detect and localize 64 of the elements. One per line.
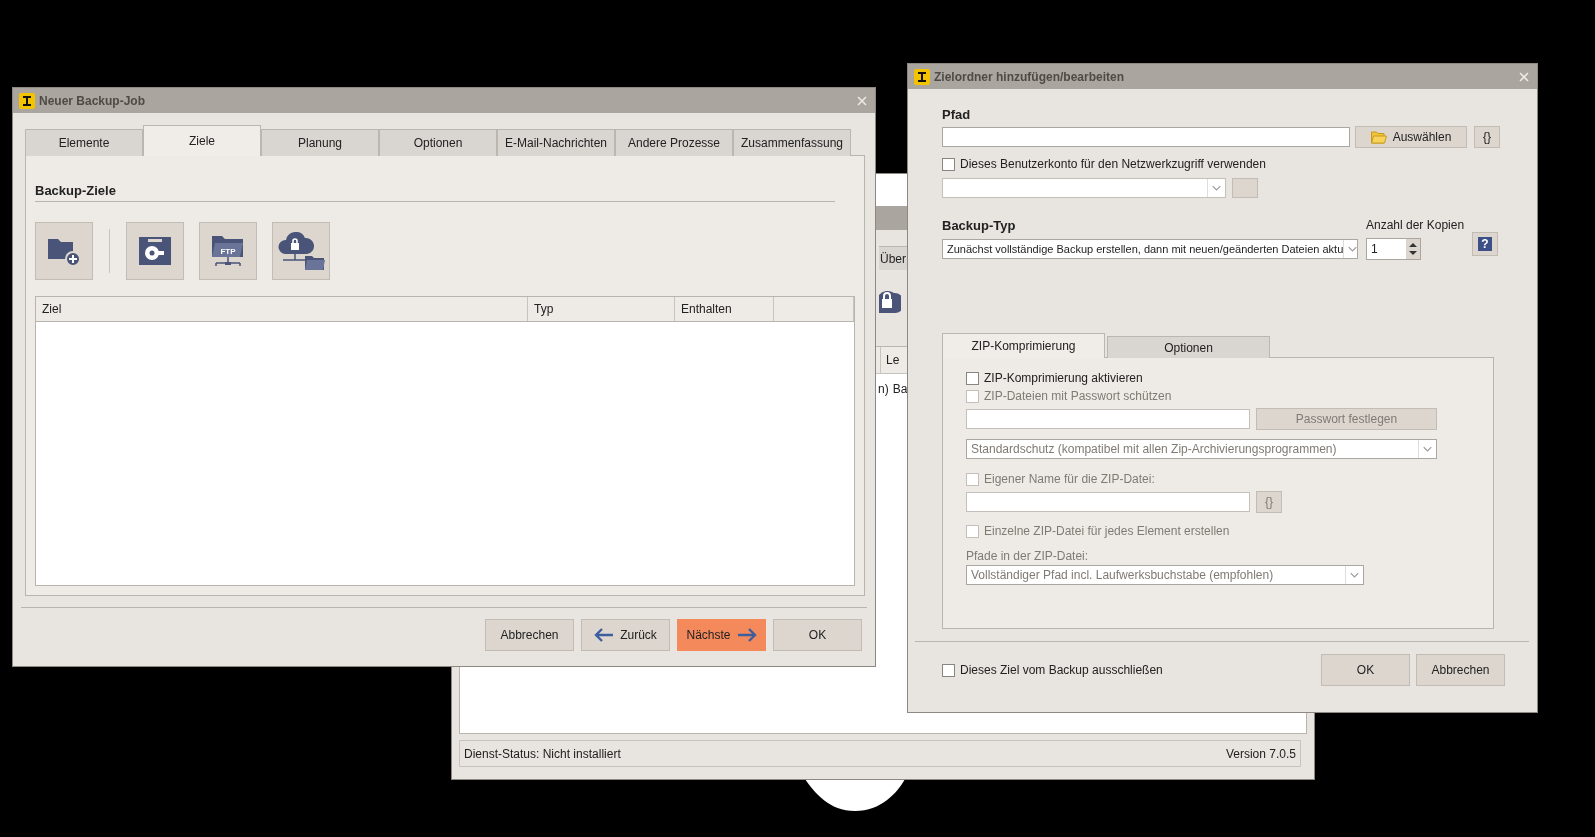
dialog-button[interactable]: Abbrechen xyxy=(485,619,574,651)
checkbox[interactable] xyxy=(942,663,955,677)
checkbox[interactable] xyxy=(942,157,955,171)
checkbox-label: ZIP-Dateien mit Passwort schützen xyxy=(984,389,1172,403)
service-status: Dienst-Status: Nicht installiert xyxy=(464,746,621,761)
app-logo-icon xyxy=(19,92,35,109)
column-header[interactable]: Ziel xyxy=(36,297,528,321)
field-label: Pfad xyxy=(942,107,972,122)
folder-icon xyxy=(1370,130,1387,144)
dialog-button[interactable]: OK xyxy=(1321,654,1410,686)
next-button[interactable]: Nächste xyxy=(677,619,766,651)
close-icon[interactable] xyxy=(857,95,867,106)
toolbar-button[interactable] xyxy=(126,222,184,280)
tab[interactable]: ZIP-Komprimierung xyxy=(942,333,1105,358)
variables-button[interactable]: {} xyxy=(1474,126,1500,148)
tab[interactable]: Ziele xyxy=(143,125,261,156)
version-label: Version 7.0.5 xyxy=(1225,746,1296,761)
toolbar-button[interactable]: FTP xyxy=(199,222,257,280)
backup-type-dropdown[interactable]: Zunächst vollständige Backup erstellen, dann mit neuen/geänderten Dateien aktu xyxy=(942,239,1358,259)
column-header[interactable]: Typ xyxy=(528,297,675,321)
checkbox-label: Eigener Name für die ZIP-Datei: xyxy=(984,472,1155,486)
tab[interactable]: E-Mail-Nachrichten xyxy=(497,129,615,156)
copies-spinner[interactable]: 1 xyxy=(1366,238,1421,260)
tab[interactable]: Zusammenfassung xyxy=(733,129,851,156)
tab[interactable]: Über xyxy=(879,246,909,270)
window-title: Zielordner hinzufügen/bearbeiten xyxy=(934,69,1125,84)
field-label: Anzahl der Kopien xyxy=(1366,218,1466,232)
tab[interactable]: Andere Prozesse xyxy=(615,129,733,156)
checkbox-label: Einzelne ZIP-Datei für jedes Element erstellen xyxy=(984,524,1230,538)
close-icon[interactable] xyxy=(1519,71,1529,82)
cloud-lock-icon xyxy=(277,232,325,270)
checkbox-label: Dieses Benutzerkonto für den Netzwerkzugriff verwenden xyxy=(960,157,1266,171)
path-field[interactable] xyxy=(942,127,1350,147)
column-header[interactable]: Le xyxy=(880,347,900,373)
spinner-arrows-icon[interactable] xyxy=(1406,239,1420,259)
tab[interactable]: Optionen xyxy=(379,129,497,156)
toolbar-button[interactable] xyxy=(272,222,330,280)
account-button[interactable] xyxy=(1232,178,1258,198)
dialog-button[interactable]: Abbrechen xyxy=(1416,654,1505,686)
field-label: Pfade in der ZIP-Datei: xyxy=(966,549,1089,563)
app-logo-icon xyxy=(914,68,930,85)
window-title: Neuer Backup-Job xyxy=(39,93,147,108)
table-cell: n) xyxy=(878,382,889,396)
toolbar-button[interactable] xyxy=(35,222,93,280)
arrow-left-icon xyxy=(594,628,615,642)
checkbox-label: ZIP-Komprimierung aktivieren xyxy=(984,371,1143,385)
text-field[interactable] xyxy=(966,409,1250,429)
text-field[interactable] xyxy=(966,492,1250,512)
tab[interactable]: Elemente xyxy=(25,129,143,156)
dialog-button[interactable]: OK xyxy=(773,619,862,651)
column-header[interactable]: Enthalten xyxy=(675,297,774,321)
tab[interactable]: Optionen xyxy=(1107,336,1270,358)
section-title: Backup-Ziele xyxy=(35,183,835,202)
help-button[interactable]: ? xyxy=(1472,232,1498,256)
back-button[interactable]: Zurück xyxy=(581,619,670,651)
drive-icon xyxy=(139,237,171,265)
arrow-right-icon xyxy=(736,628,757,642)
field-label: Backup-Typ xyxy=(942,218,1016,233)
table-cell: Ba xyxy=(892,382,908,396)
tab[interactable]: Planung xyxy=(261,129,379,156)
account-dropdown[interactable] xyxy=(942,178,1226,198)
checkbox[interactable] xyxy=(966,371,979,385)
browse-button[interactable]: Auswählen xyxy=(1355,126,1467,148)
checkbox-label: Dieses Ziel vom Backup ausschließen xyxy=(960,663,1163,677)
